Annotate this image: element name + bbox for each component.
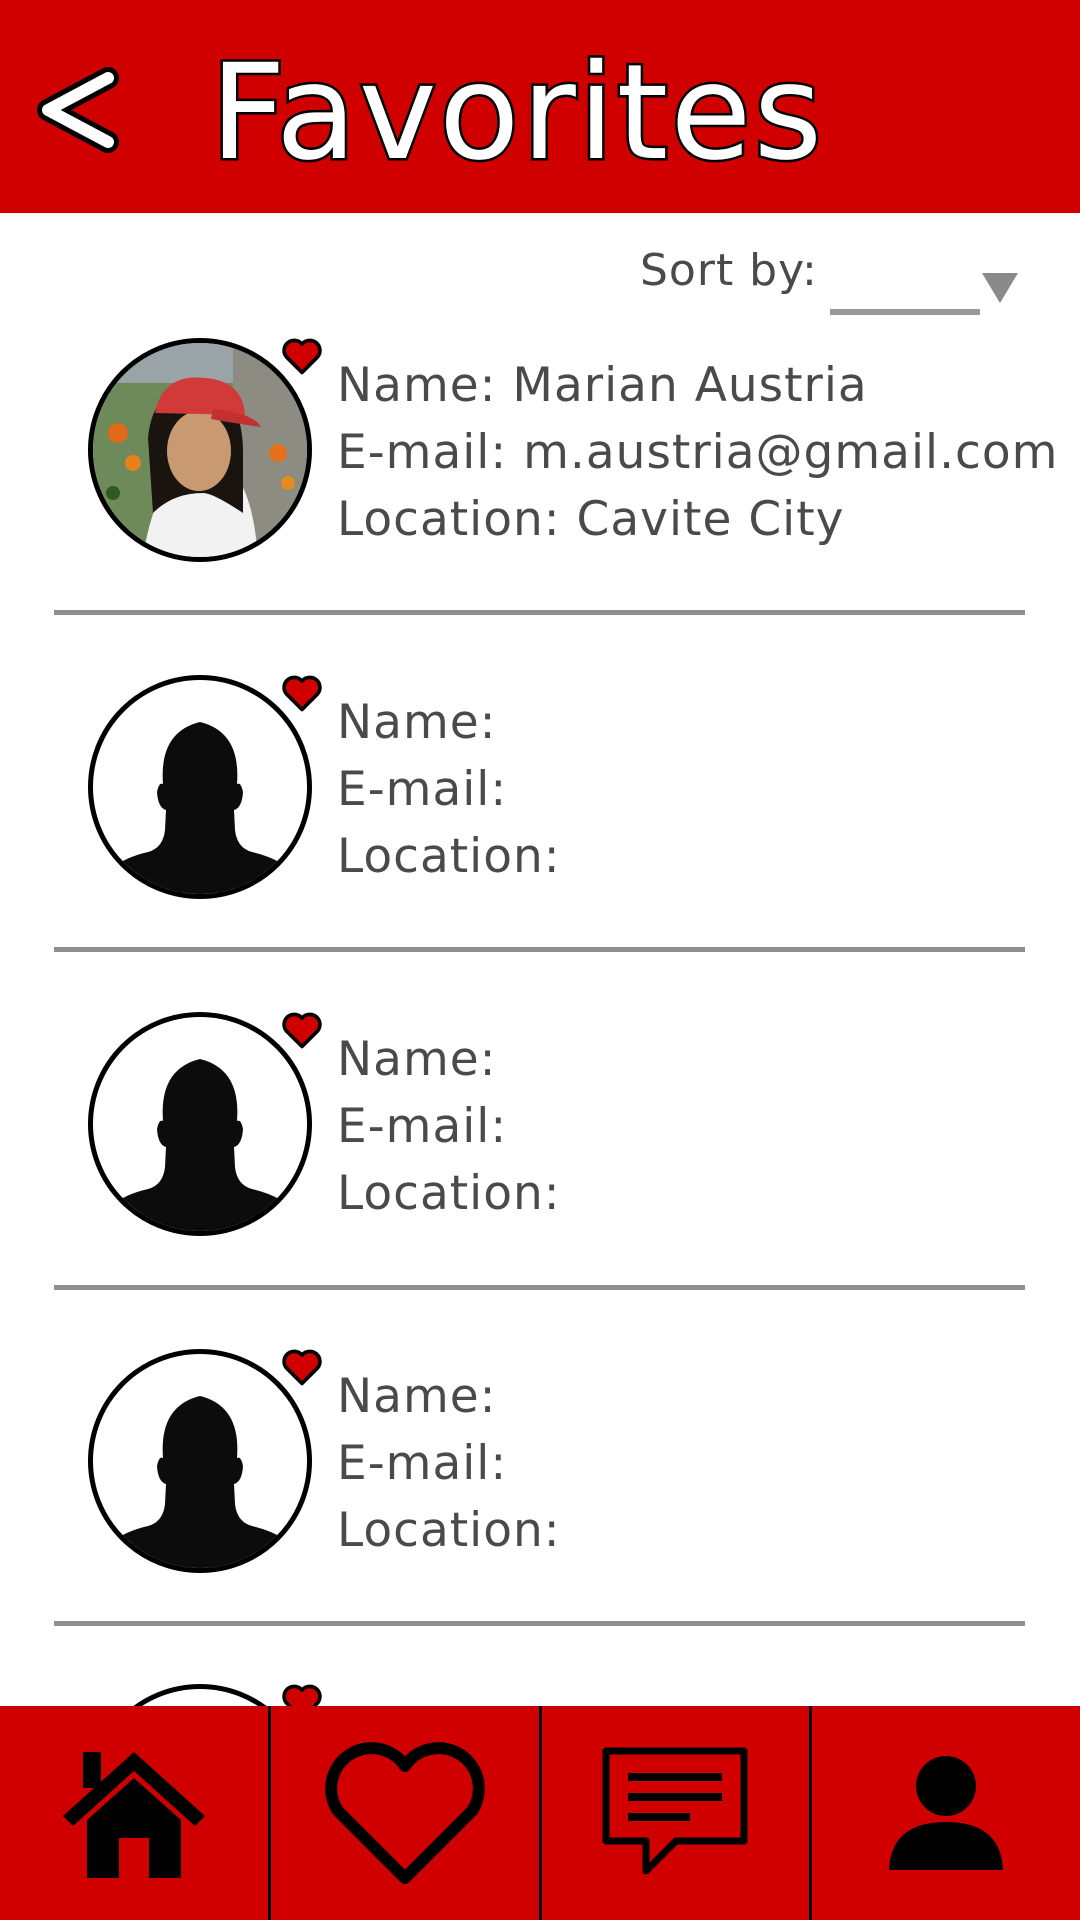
tab-favorites[interactable]: [267, 1706, 539, 1920]
contact-email: E-mail: m.austria@gmail.com: [337, 425, 1059, 480]
favorite-heart-icon[interactable]: [280, 1345, 324, 1389]
contact-email: E-mail:: [337, 1436, 508, 1491]
page-title: Favorites: [207, 34, 825, 193]
bottom-tab-bar: [0, 1706, 1080, 1920]
contact-name: Name:: [337, 1032, 497, 1087]
sort-label: Sort by:: [640, 245, 818, 296]
avatar-placeholder: [88, 1684, 312, 1706]
divider: [54, 1285, 1025, 1290]
chevron-down-icon: [982, 273, 1018, 303]
dropdown-underline: [830, 309, 980, 315]
divider: [54, 1621, 1025, 1626]
favorite-heart-icon[interactable]: [280, 334, 324, 378]
contact-name: Name:: [337, 695, 497, 750]
chevron-left-icon[interactable]: [30, 60, 130, 160]
favorite-item[interactable]: Name: E-mail: Location:: [0, 1012, 1080, 1312]
tab-profile[interactable]: [809, 1706, 1080, 1920]
favorite-heart-icon[interactable]: [280, 1008, 324, 1052]
avatar-placeholder: [88, 1012, 312, 1236]
contact-info: Name: Marian Austria E-mail: m.austria@g…: [337, 352, 1058, 553]
app-header: Favorites: [0, 0, 1080, 213]
chat-icon: [602, 1747, 748, 1875]
avatar-placeholder: [88, 675, 312, 899]
contact-name: Name:: [337, 1369, 497, 1424]
contact-location: Location:: [337, 829, 561, 884]
sort-control: Sort by:: [640, 245, 1020, 315]
avatar-placeholder: [88, 1349, 312, 1573]
favorite-item[interactable]: Name: E-mail: Location:: [0, 1349, 1080, 1649]
home-icon: [62, 1752, 205, 1878]
contact-info: Name: E-mail: Location:: [337, 689, 561, 890]
contact-location: Location: Cavite City: [337, 492, 845, 547]
contact-email: E-mail:: [337, 762, 508, 817]
contact-info: Name: E-mail: Location:: [337, 1363, 561, 1564]
favorite-item[interactable]: [0, 1684, 1080, 1706]
contact-location: Location:: [337, 1166, 561, 1221]
favorite-item[interactable]: Name: Marian Austria E-mail: m.austria@g…: [0, 338, 1080, 638]
favorite-item[interactable]: Name: E-mail: Location:: [0, 675, 1080, 975]
tab-home[interactable]: [0, 1706, 268, 1920]
favorite-heart-icon[interactable]: [280, 1680, 324, 1706]
divider: [54, 947, 1025, 952]
sort-dropdown[interactable]: [830, 265, 1020, 315]
heart-icon: [324, 1742, 485, 1884]
tab-messages[interactable]: [538, 1706, 810, 1920]
contact-name: Name: Marian Austria: [337, 358, 868, 413]
profile-icon: [889, 1756, 1004, 1870]
contact-location: Location:: [337, 1503, 561, 1558]
contact-info: Name: E-mail: Location:: [337, 1026, 561, 1227]
contact-email: E-mail:: [337, 1099, 508, 1154]
divider: [54, 610, 1025, 615]
favorite-heart-icon[interactable]: [280, 671, 324, 715]
avatar-photo: [88, 338, 312, 562]
